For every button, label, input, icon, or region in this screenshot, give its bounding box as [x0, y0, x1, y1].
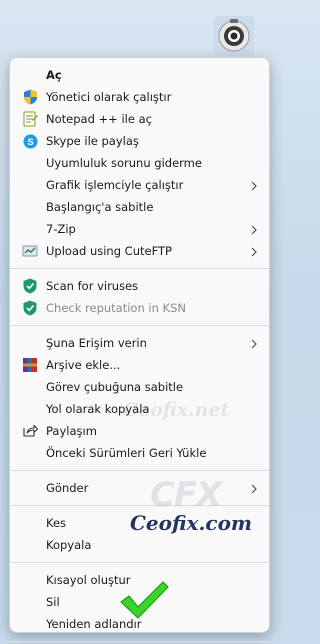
skype-icon: S — [22, 133, 38, 149]
menu-item-label: Kopyala — [46, 538, 92, 552]
menu-separator — [10, 562, 269, 563]
webcam-icon — [214, 16, 254, 56]
menu-item-notepad-ile-ac[interactable]: Notepad ++ ile aç — [14, 108, 265, 130]
menu-item-label: Upload using CuteFTP — [46, 244, 172, 258]
context-menu-body: Aç Yönetici olarak çalıştır Notepad ++ ile… — [10, 64, 269, 644]
menu-item-baslangic-a-sabitle[interactable]: Başlangıç'a sabitle — [14, 196, 265, 218]
menu-item-kes[interactable]: Kes — [14, 512, 265, 534]
chevron-right-icon — [249, 338, 259, 349]
menu-item-7-zip[interactable]: 7-Zip — [14, 218, 265, 240]
menu-item-label: Yol olarak kopyala — [46, 402, 150, 416]
menu-item-label: Paylaşım — [46, 424, 97, 438]
uac-shield-icon — [22, 89, 38, 105]
menu-item-yol-olarak-kopyala[interactable]: Yol olarak kopyala — [14, 398, 265, 420]
share-icon — [22, 423, 38, 439]
menu-item-label: Başlangıç'a sabitle — [46, 200, 154, 214]
menu-item-label: Yönetici olarak çalıştır — [46, 90, 172, 104]
context-menu: Aç Yönetici olarak çalıştır Notepad ++ ile… — [9, 57, 270, 642]
menu-item-label: Kes — [46, 516, 67, 530]
menu-item-label: Şuna Erişim verin — [46, 336, 147, 350]
menu-separator — [10, 470, 269, 471]
menu-item-gonder[interactable]: Gönder — [14, 477, 265, 499]
menu-item-yeniden-adlandir[interactable]: Yeniden adlandır — [14, 613, 265, 635]
menu-item-onceki-surumleri-geri-yukle[interactable]: Önceki Sürümleri Geri Yükle — [14, 442, 265, 464]
kaspersky-shield-icon — [22, 300, 38, 316]
menu-separator — [10, 641, 269, 642]
chevron-right-icon — [249, 483, 259, 494]
menu-item-scan-for-viruses[interactable]: Scan for viruses — [14, 275, 265, 297]
menu-item-paylasim[interactable]: Paylaşım — [14, 420, 265, 442]
menu-item-label: Sil — [46, 595, 60, 609]
chevron-right-icon — [249, 246, 259, 257]
menu-item-skype-ile-paylas[interactable]: S Skype ile paylaş — [14, 130, 265, 152]
menu-item-check-reputation-in-ksn: Check reputation in KSN — [14, 297, 265, 319]
menu-separator — [10, 268, 269, 269]
menu-item-label: Scan for viruses — [46, 279, 139, 293]
menu-item-arsive-ekle[interactable]: Arşive ekle... — [14, 354, 265, 376]
menu-item-label: Uyumluluk sorunu giderme — [46, 156, 202, 170]
menu-item-label: Görev çubuğuna sabitle — [46, 380, 184, 394]
menu-item-label: Grafik işlemciyle çalıştır — [46, 178, 184, 192]
cuteftp-icon — [22, 243, 38, 259]
menu-separator — [10, 325, 269, 326]
menu-item-sil[interactable]: Sil — [14, 591, 265, 613]
menu-item-ac[interactable]: Aç — [14, 64, 265, 86]
menu-item-label: Yeniden adlandır — [46, 617, 142, 631]
menu-item-label: 7-Zip — [46, 222, 76, 236]
menu-item-suna-erisim-verin[interactable]: Şuna Erişim verin — [14, 332, 265, 354]
menu-item-label: Check reputation in KSN — [46, 301, 186, 315]
menu-item-grafik-islemciyle-calistir[interactable]: Grafik işlemciyle çalıştır — [14, 174, 265, 196]
menu-item-label: Gönder — [46, 481, 89, 495]
menu-item-label: Skype ile paylaş — [46, 134, 139, 148]
desktop-app-icon[interactable] — [213, 15, 255, 57]
menu-item-upload-using-cuteftp[interactable]: Upload using CuteFTP — [14, 240, 265, 262]
menu-item-label: Notepad ++ ile aç — [46, 112, 152, 126]
chevron-right-icon — [249, 180, 259, 191]
menu-item-gorev-cubuguna-sabitle[interactable]: Görev çubuğuna sabitle — [14, 376, 265, 398]
menu-item-label: Aç — [46, 68, 62, 82]
menu-item-uyumluluk-sorunu-giderme[interactable]: Uyumluluk sorunu giderme — [14, 152, 265, 174]
menu-item-label: Önceki Sürümleri Geri Yükle — [46, 446, 207, 460]
menu-item-label: Arşive ekle... — [46, 358, 121, 372]
menu-item-yonetici-olarak-calistir[interactable]: Yönetici olarak çalıştır — [14, 86, 265, 108]
chevron-right-icon — [249, 224, 259, 235]
menu-separator — [10, 505, 269, 506]
menu-item-kisayol-olustur[interactable]: Kısayol oluştur — [14, 569, 265, 591]
notepadpp-icon — [22, 111, 38, 127]
kaspersky-shield-icon — [22, 278, 38, 294]
winrar-icon — [22, 357, 38, 373]
svg-text:S: S — [27, 137, 33, 148]
menu-item-kopyala[interactable]: Kopyala — [14, 534, 265, 556]
menu-item-label: Kısayol oluştur — [46, 573, 131, 587]
